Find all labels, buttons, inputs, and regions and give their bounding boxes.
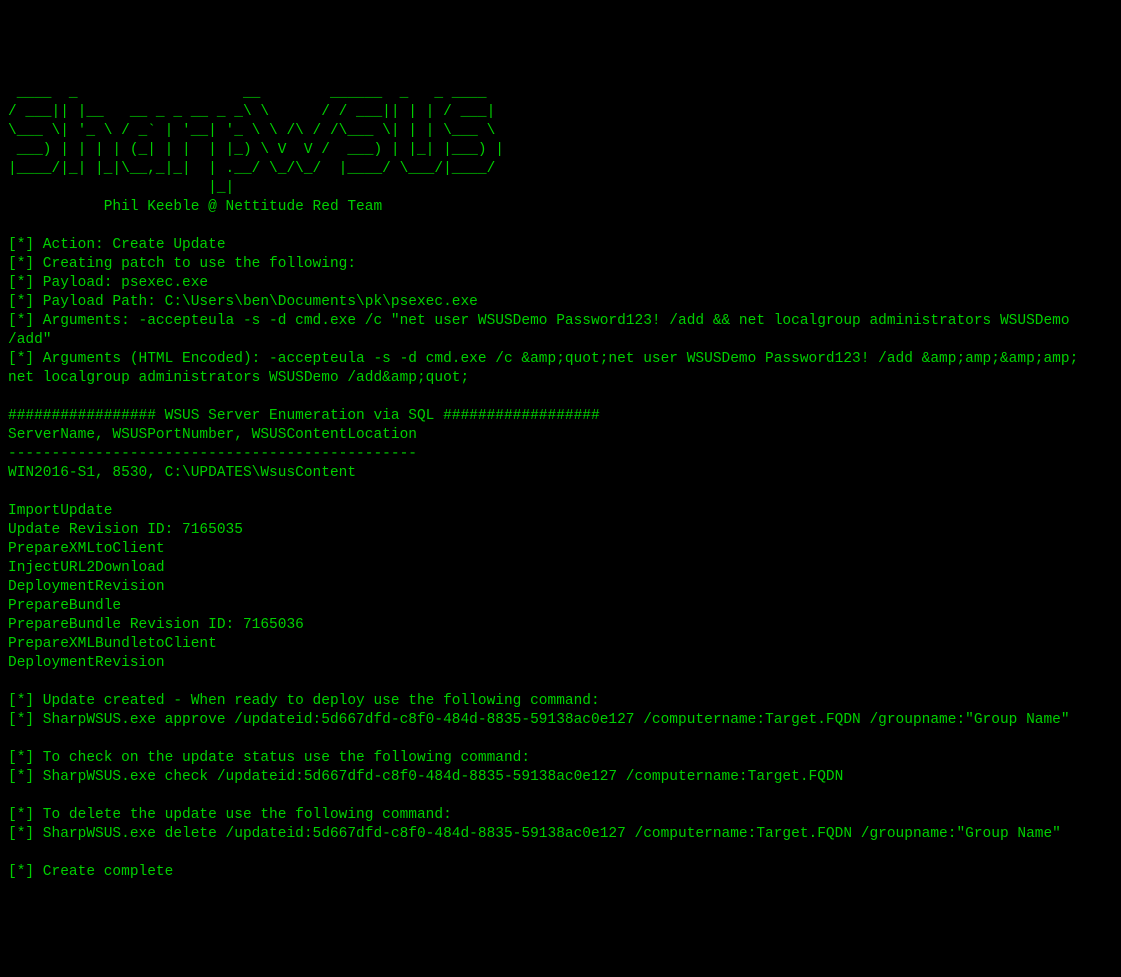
prepare-bundle-revision-line: PrepareBundle Revision ID: 7165036 bbox=[8, 617, 304, 633]
action-line: [*] Action: Create Update bbox=[8, 237, 226, 253]
prepare-xml-bundle-line: PrepareXMLBundletoClient bbox=[8, 636, 217, 652]
payload-path-line: [*] Payload Path: C:\Users\ben\Documents… bbox=[8, 294, 478, 310]
approve-command-line: [*] SharpWSUS.exe approve /updateid:5d66… bbox=[8, 712, 1070, 728]
creating-patch-line: [*] Creating patch to use the following: bbox=[8, 256, 356, 272]
arguments-line: [*] Arguments: -accepteula -s -d cmd.exe… bbox=[8, 313, 1078, 348]
update-created-line: [*] Update created - When ready to deplo… bbox=[8, 693, 600, 709]
deployment-revision-line: DeploymentRevision bbox=[8, 655, 165, 671]
revision-id-line: Update Revision ID: 7165035 bbox=[8, 522, 243, 538]
delete-command-line: [*] SharpWSUS.exe delete /updateid:5d667… bbox=[8, 826, 1061, 842]
deployment-revision-line: DeploymentRevision bbox=[8, 579, 165, 595]
inject-url-line: InjectURL2Download bbox=[8, 560, 165, 576]
arguments-encoded-line: [*] Arguments (HTML Encoded): -accepteul… bbox=[8, 351, 1087, 386]
check-command-line: [*] SharpWSUS.exe check /updateid:5d667d… bbox=[8, 769, 843, 785]
author-credit: Phil Keeble @ Nettitude Red Team bbox=[8, 199, 382, 215]
ascii-art-banner: ____ _ __ ______ _ _ ____ / ___|| |__ __… bbox=[8, 85, 504, 196]
import-update-line: ImportUpdate bbox=[8, 503, 112, 519]
payload-line: [*] Payload: psexec.exe bbox=[8, 275, 208, 291]
terminal-output: ____ _ __ ______ _ _ ____ / ___|| |__ __… bbox=[8, 84, 1113, 882]
check-status-msg-line: [*] To check on the update status use th… bbox=[8, 750, 530, 766]
prepare-bundle-line: PrepareBundle bbox=[8, 598, 121, 614]
enum-header-line: ################# WSUS Server Enumeratio… bbox=[8, 408, 600, 424]
enum-columns-line: ServerName, WSUSPortNumber, WSUSContentL… bbox=[8, 427, 417, 443]
prepare-xml-line: PrepareXMLtoClient bbox=[8, 541, 165, 557]
enum-divider-line: ----------------------------------------… bbox=[8, 446, 417, 462]
create-complete-line: [*] Create complete bbox=[8, 864, 173, 880]
enum-row-line: WIN2016-S1, 8530, C:\UPDATES\WsusContent bbox=[8, 465, 356, 481]
